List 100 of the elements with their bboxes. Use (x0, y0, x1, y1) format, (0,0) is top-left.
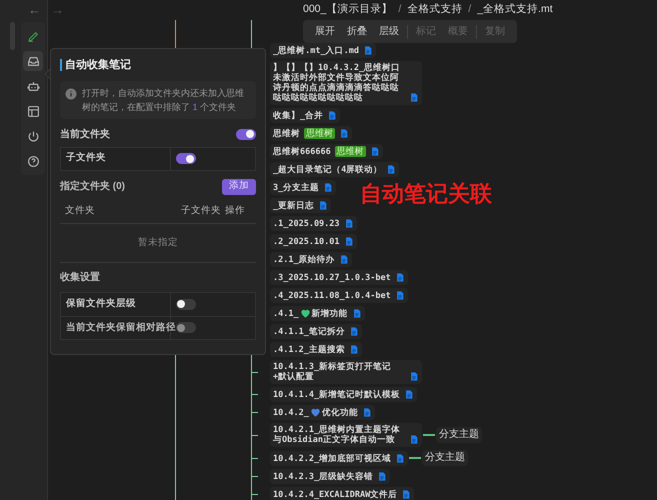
toggle-switch[interactable] (176, 153, 196, 164)
mind-map-node[interactable]: .4_2025.11.08_1.0.4-bet (270, 288, 408, 303)
file-icon (409, 371, 419, 382)
file-icon (401, 489, 412, 500)
mind-map-node[interactable]: .2.1_原始待办 (270, 252, 352, 267)
file-icon (327, 110, 338, 121)
file-icon (338, 254, 349, 265)
toolbar-button[interactable]: 折叠 (341, 24, 373, 39)
breadcrumb-item[interactable]: 000_【演示目录】 (303, 0, 392, 18)
file-icon (348, 326, 359, 337)
section-heading: 收集设置 (60, 270, 101, 285)
setting-label: 保留文件夹层级 (66, 297, 136, 312)
mind-map-node[interactable]: _更新日志 (270, 198, 332, 213)
heart-icon (300, 308, 311, 319)
node-text: .4.1.2_主题搜索 (273, 345, 345, 355)
mind-map-node[interactable]: 10.4.2.2_增加底部可视区域 (270, 450, 408, 466)
toggle-switch[interactable] (176, 298, 196, 310)
toggle-switch[interactable] (236, 128, 256, 140)
node-text: _更新日志 (273, 201, 314, 211)
inbox-icon (26, 54, 40, 68)
mind-map-node[interactable]: 收集】_合并 (270, 108, 340, 123)
pen-icon (26, 30, 40, 42)
mind-map-node[interactable]: _超大目录笔记（4屏联动） (270, 162, 400, 177)
node-text: 】【】【】10.4.3.2_思维树口未激活时外部文件导致文本位阿诗丹顿的点点滴滴滴滴答哒哒哒哒哒哒哒哒哒哒哒哒哒 (273, 63, 402, 103)
file-icon (348, 344, 359, 355)
heart-icon (310, 407, 321, 418)
column-header: 操作 (225, 204, 246, 218)
title-accent-bar (60, 59, 62, 72)
mind-map-node[interactable]: 10.4.2_ 优化功能 (270, 405, 375, 420)
mind-map-node[interactable]: 3_分支主题 (270, 180, 336, 195)
node-text: 10.4.1.3_新标签页打开笔记+默认配置 (273, 362, 392, 382)
branch-node[interactable]: 分支主题 (422, 450, 468, 466)
annotation-text: 自动笔记关联 (360, 183, 492, 205)
sidebar-button[interactable] (23, 51, 43, 71)
robot-icon (26, 80, 40, 92)
file-icon (386, 164, 396, 175)
file-icon (409, 92, 419, 103)
mind-map-node[interactable]: 10.4.2.1_思维树内置主题字体与Obsidian正文字体自动一致 (270, 423, 422, 447)
file-icon (352, 308, 362, 319)
node-text: .3_2025.10.27_1.0.3-bet (273, 273, 391, 283)
file-icon (344, 236, 354, 247)
file-icon (395, 452, 406, 464)
section-heading: 指定文件夹 (0) (60, 179, 125, 194)
branch-node[interactable]: 分支主题 (436, 427, 482, 443)
file-icon (362, 407, 372, 418)
mind-map-node[interactable]: .2_2025.10.01 (270, 234, 357, 249)
breadcrumb-separator: / (397, 2, 402, 17)
mind-map-node[interactable]: 思维树 思维树 (270, 126, 352, 141)
node-text: .2_2025.10.01 (273, 237, 340, 247)
mind-map-node[interactable]: .4.1.1_笔记拆分 (270, 324, 362, 339)
node-text: 优化功能 (322, 408, 358, 418)
mind-map-node[interactable]: .1_2025.09.23 (270, 216, 357, 231)
setting-label: 子文件夹 (66, 151, 106, 166)
node-text: .2.1_原始待办 (273, 255, 335, 265)
node-text: 3_分支主题 (273, 183, 320, 193)
info-icon (65, 88, 77, 100)
column-header: 子文件夹 (181, 204, 222, 218)
node-text: _思维树.mt_入口.md (273, 46, 359, 56)
setting-label: 当前文件夹 (60, 128, 110, 142)
mind-map-node[interactable]: 10.4.1.4_新增笔记时默认模板 (270, 387, 418, 402)
setting-label: 当前文件夹保留相对路径 (66, 320, 176, 335)
power-icon (26, 130, 40, 142)
file-icon (394, 272, 405, 283)
mind-map-node[interactable]: 10.4.1.3_新标签页打开笔记+默认配置 (270, 360, 422, 384)
mind-map-node[interactable]: 思维树666666 思维树 (270, 144, 383, 159)
mind-map-node[interactable]: _思维树.mt_入口.md (270, 43, 376, 58)
mind-map-node[interactable]: .4.1.2_主题搜索 (270, 342, 362, 357)
mind-map-node[interactable]: .4.1_ 新增功能 (270, 306, 365, 321)
file-icon (370, 146, 380, 157)
mind-map-node[interactable]: 10.4.2.4_EXCALIDRAW文件后 (270, 487, 414, 500)
node-tag: 思维树 (304, 128, 335, 139)
node-text: 收集】_合并 (273, 111, 324, 121)
breadcrumb-item[interactable]: _全格式支持.mt (477, 0, 553, 18)
node-text: .4_2025.11.08_1.0.4-bet (273, 291, 391, 301)
mind-map-node[interactable]: 10.4.2.3_层级缺失容错 (270, 469, 390, 484)
node-text: .1_2025.09.23 (273, 219, 340, 229)
mind-map-node[interactable]: 】【】【】10.4.3.2_思维树口未激活时外部文件导致文本位阿诗丹顿的点点滴滴滴滴答哒哒哒哒哒哒哒哒哒哒哒哒哒 (270, 61, 422, 105)
column-header: 文件夹 (65, 204, 96, 218)
node-text: 10.4.1.4_新增笔记时默认模板 (273, 390, 400, 400)
node-text: _超大目录笔记（4屏联动） (273, 165, 382, 175)
node-text: 10.4.2_ (273, 408, 309, 418)
node-text: 思维树 (273, 129, 300, 139)
panel-title: 自动收集笔记 (65, 58, 131, 73)
node-text: 10.4.2.3_层级缺失容错 (273, 472, 374, 482)
toolbar-button[interactable]: 展开 (309, 24, 341, 39)
file-icon (318, 200, 328, 211)
info-text: 打开时，自动添加文件夹内还未加入思维树的笔记，在配置中排除了 1 个文件夹 (82, 86, 245, 114)
node-text: 10.4.2.4_EXCALIDRAW文件后 (273, 490, 398, 500)
file-icon (377, 471, 388, 482)
help-icon (26, 154, 40, 168)
toolbar-button[interactable]: 层级 (373, 24, 405, 39)
file-icon (394, 290, 405, 301)
node-text: 新增功能 (312, 308, 348, 318)
mind-map-node[interactable]: .3_2025.10.27_1.0.3-bet (270, 270, 408, 285)
node-text: 10.4.2.1_思维树内置主题字体与Obsidian正文字体自动一致 (273, 425, 402, 445)
breadcrumb-separator: / (467, 2, 472, 17)
add-button[interactable]: 添加 (222, 178, 256, 194)
node-text: .4.1.1_笔记拆分 (273, 327, 345, 337)
breadcrumb-item[interactable]: 全格式支持 (407, 0, 462, 18)
node-text: 思维树666666 (273, 147, 331, 157)
